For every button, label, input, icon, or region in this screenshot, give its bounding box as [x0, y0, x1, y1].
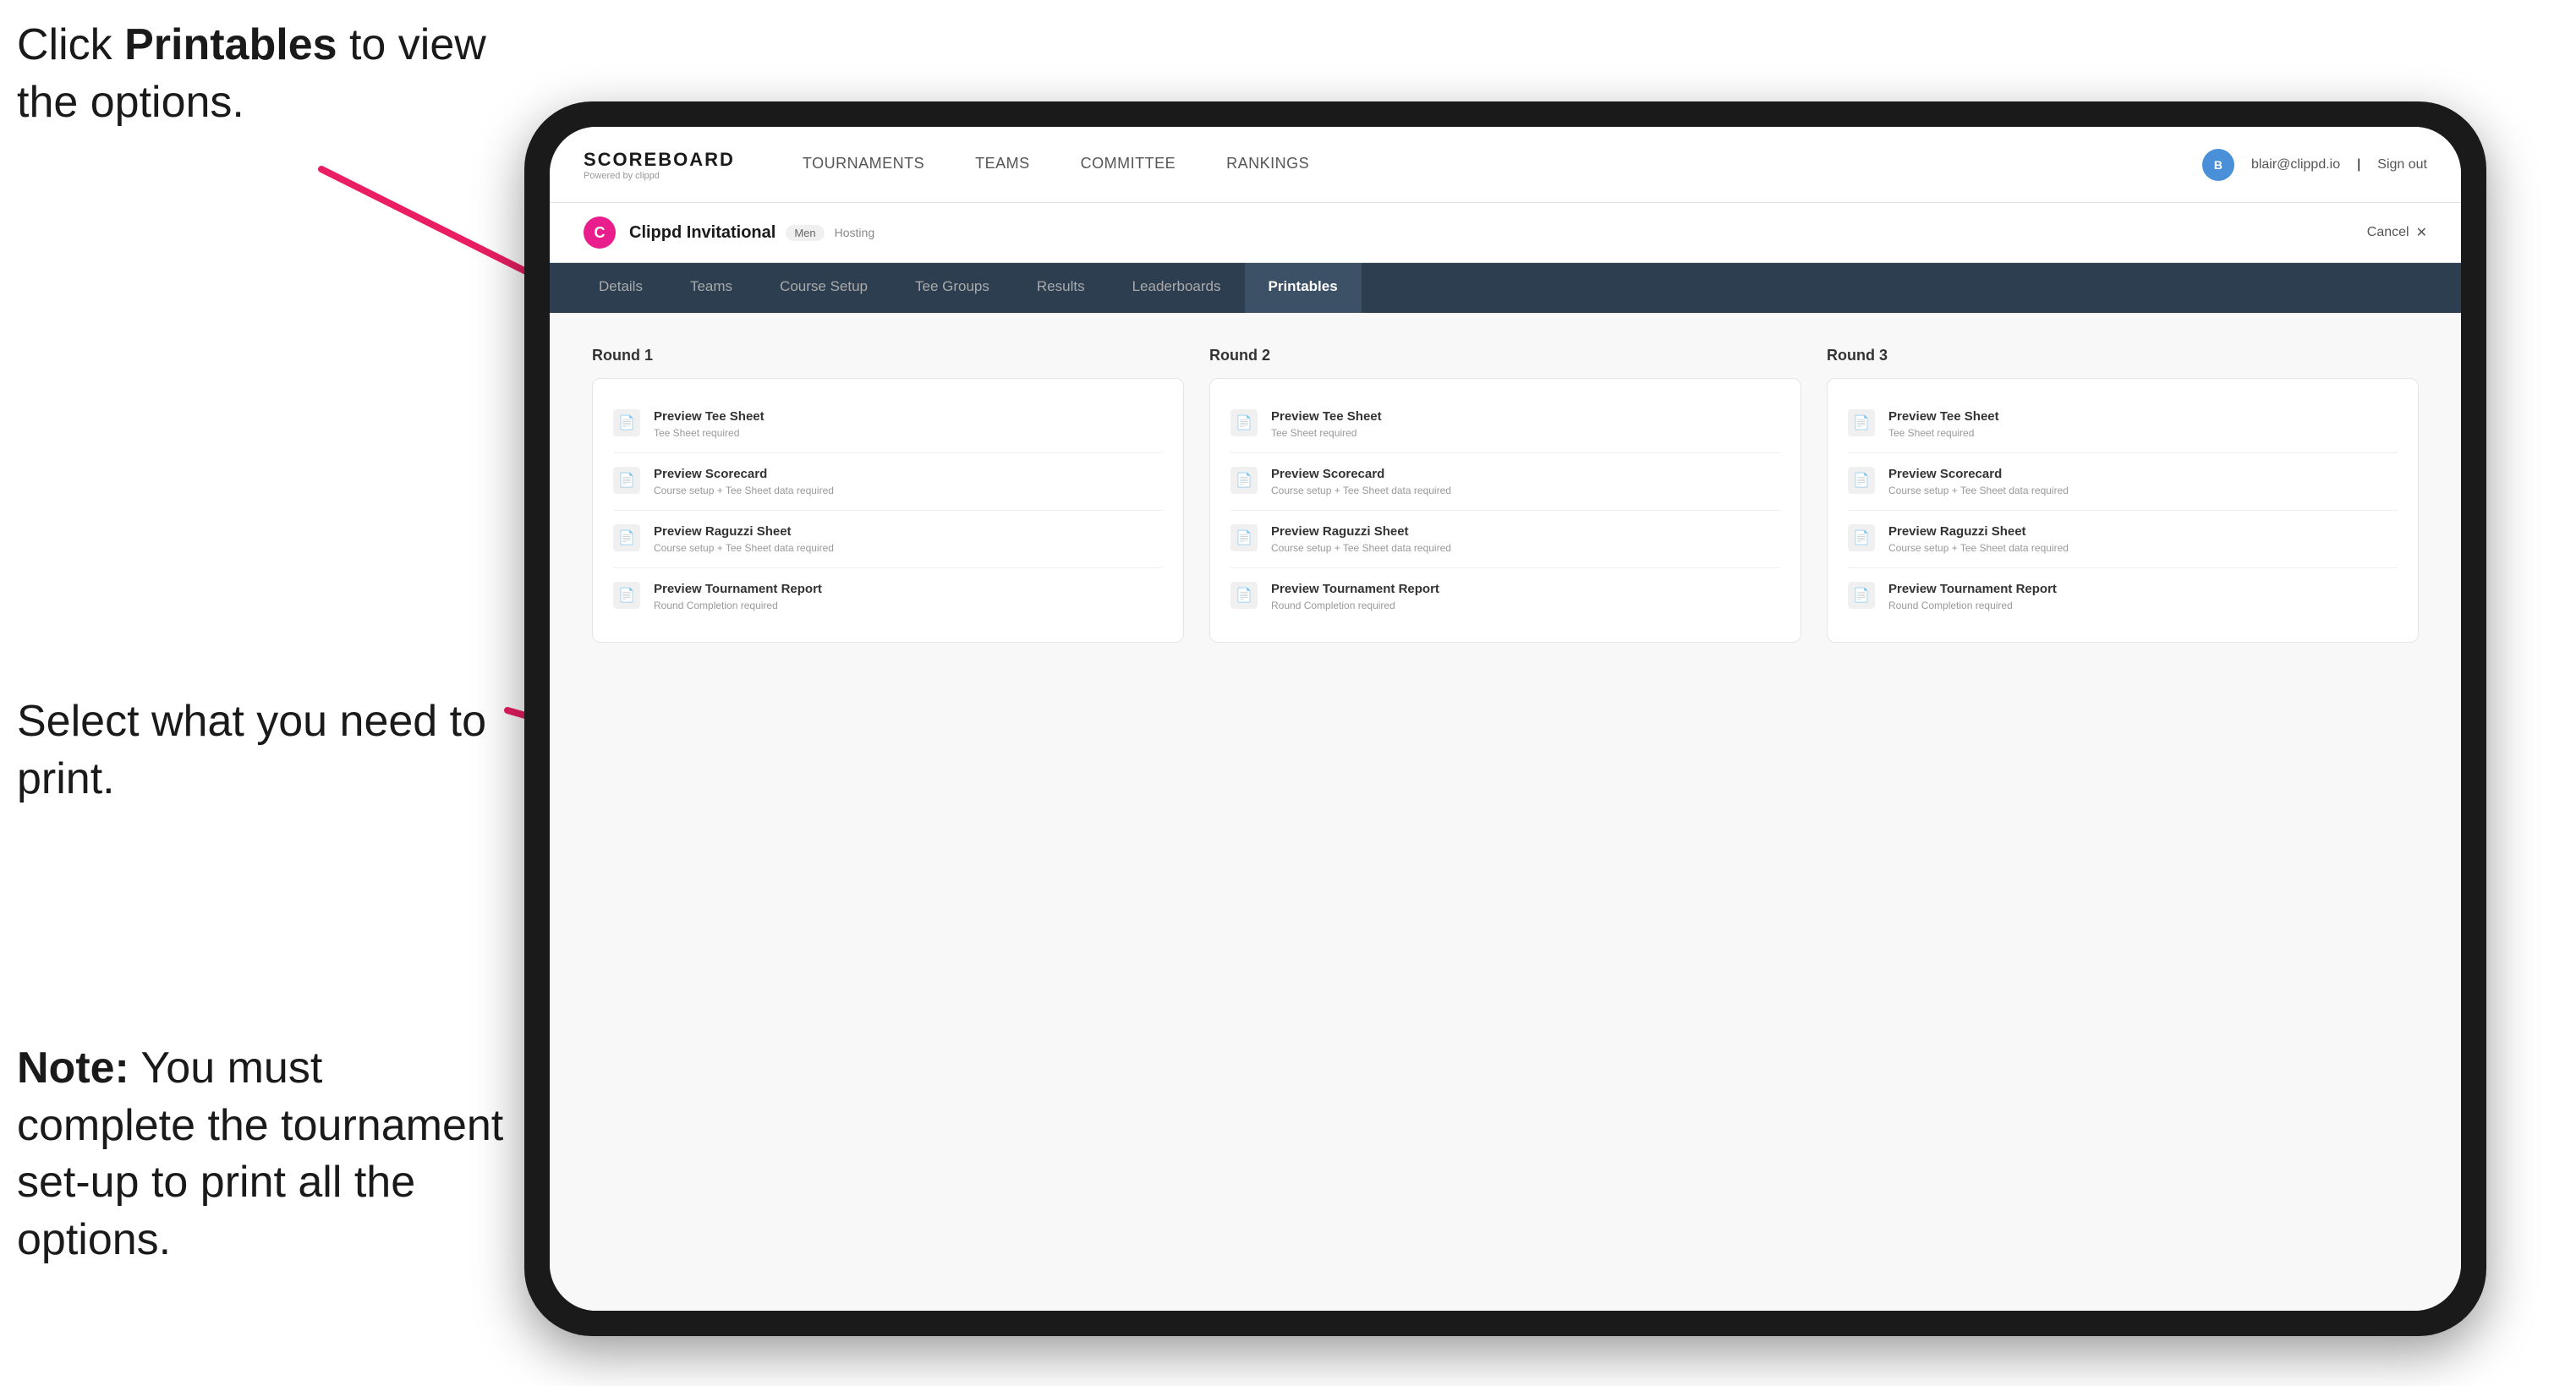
r3-scorecard-sub: Course setup + Tee Sheet data required	[1888, 485, 2398, 496]
tournament-badge: Men	[786, 225, 824, 241]
nav-tournaments[interactable]: TOURNAMENTS	[777, 127, 950, 203]
rounds-grid: Round 1 📄 Preview Tee Sheet Tee Sheet re…	[592, 347, 2419, 643]
round-1-card: 📄 Preview Tee Sheet Tee Sheet required 📄…	[592, 378, 1184, 643]
r3-tournament-report[interactable]: 📄 Preview Tournament Report Round Comple…	[1848, 568, 2398, 625]
r2-report-title: Preview Tournament Report	[1271, 582, 1780, 596]
r1-scorecard-sub: Course setup + Tee Sheet data required	[654, 485, 1163, 496]
r2-tournament-report[interactable]: 📄 Preview Tournament Report Round Comple…	[1230, 568, 1780, 625]
r2-raguzzi-sub: Course setup + Tee Sheet data required	[1271, 542, 1780, 554]
r1-tee-sheet-title: Preview Tee Sheet	[654, 409, 1163, 424]
document-icon: 📄	[1230, 524, 1258, 551]
separator: |	[2357, 157, 2360, 173]
r3-tee-sheet[interactable]: 📄 Preview Tee Sheet Tee Sheet required	[1848, 396, 2398, 453]
document-icon: 📄	[613, 409, 640, 436]
r1-tournament-report[interactable]: 📄 Preview Tournament Report Round Comple…	[613, 568, 1163, 625]
nav-committee[interactable]: COMMITTEE	[1055, 127, 1202, 203]
content-area: Round 1 📄 Preview Tee Sheet Tee Sheet re…	[550, 313, 2461, 1311]
top-nav-right: B blair@clippd.io | Sign out	[2202, 149, 2427, 181]
document-icon: 📄	[1848, 409, 1875, 436]
note-bold: Note:	[17, 1044, 129, 1093]
tab-course-setup[interactable]: Course Setup	[756, 263, 891, 313]
r1-report-title: Preview Tournament Report	[654, 582, 1163, 596]
r3-scorecard-title: Preview Scorecard	[1888, 467, 2398, 481]
tournament-header: C Clippd Invitational Men Hosting Cancel…	[550, 203, 2461, 263]
round-3-title: Round 3	[1827, 347, 2419, 364]
r2-raguzzi[interactable]: 📄 Preview Raguzzi Sheet Course setup + T…	[1230, 511, 1780, 568]
scoreboard-logo: SCOREBOARD Powered by clippd	[584, 149, 735, 181]
r2-tee-sheet-sub: Tee Sheet required	[1271, 427, 1780, 439]
r2-tee-sheet[interactable]: 📄 Preview Tee Sheet Tee Sheet required	[1230, 396, 1780, 453]
r2-report-sub: Round Completion required	[1271, 600, 1780, 611]
round-1-section: Round 1 📄 Preview Tee Sheet Tee Sheet re…	[592, 347, 1184, 643]
document-icon: 📄	[1230, 582, 1258, 609]
r1-tee-sheet-sub: Tee Sheet required	[654, 427, 1163, 439]
r1-scorecard-title: Preview Scorecard	[654, 467, 1163, 481]
top-nav: SCOREBOARD Powered by clippd TOURNAMENTS…	[550, 127, 2461, 203]
tab-printables[interactable]: Printables	[1245, 263, 1362, 313]
r2-scorecard[interactable]: 📄 Preview Scorecard Course setup + Tee S…	[1230, 453, 1780, 511]
tab-tee-groups[interactable]: Tee Groups	[891, 263, 1013, 313]
r3-raguzzi-title: Preview Raguzzi Sheet	[1888, 524, 2398, 539]
round-2-card: 📄 Preview Tee Sheet Tee Sheet required 📄…	[1209, 378, 1801, 643]
tournament-status: Hosting	[835, 226, 874, 239]
top-nav-links: TOURNAMENTS TEAMS COMMITTEE RANKINGS	[777, 127, 2202, 203]
r1-scorecard[interactable]: 📄 Preview Scorecard Course setup + Tee S…	[613, 453, 1163, 511]
r2-tee-sheet-title: Preview Tee Sheet	[1271, 409, 1780, 424]
round-3-section: Round 3 📄 Preview Tee Sheet Tee Sheet re…	[1827, 347, 2419, 643]
r1-raguzzi-title: Preview Raguzzi Sheet	[654, 524, 1163, 539]
document-icon: 📄	[1848, 524, 1875, 551]
round-2-title: Round 2	[1209, 347, 1801, 364]
document-icon: 📄	[1230, 467, 1258, 494]
sub-nav: Details Teams Course Setup Tee Groups Re…	[550, 263, 2461, 313]
annotation-bottom: Note: You must complete the tournament s…	[17, 1040, 507, 1268]
nav-rankings[interactable]: RANKINGS	[1201, 127, 1335, 203]
tablet-screen: SCOREBOARD Powered by clippd TOURNAMENTS…	[550, 127, 2461, 1311]
document-icon: 📄	[1848, 582, 1875, 609]
r3-raguzzi-sub: Course setup + Tee Sheet data required	[1888, 542, 2398, 554]
r2-raguzzi-title: Preview Raguzzi Sheet	[1271, 524, 1780, 539]
logo-sub: Powered by clippd	[584, 171, 735, 181]
user-email: blair@clippd.io	[2251, 157, 2340, 173]
round-1-title: Round 1	[592, 347, 1184, 364]
annotation-middle: Select what you need to print.	[17, 693, 507, 808]
r1-tee-sheet[interactable]: 📄 Preview Tee Sheet Tee Sheet required	[613, 396, 1163, 453]
document-icon: 📄	[613, 582, 640, 609]
tab-leaderboards[interactable]: Leaderboards	[1109, 263, 1245, 313]
tablet-device: SCOREBOARD Powered by clippd TOURNAMENTS…	[524, 101, 2486, 1336]
r3-raguzzi[interactable]: 📄 Preview Raguzzi Sheet Course setup + T…	[1848, 511, 2398, 568]
document-icon: 📄	[613, 524, 640, 551]
sign-out-link[interactable]: Sign out	[2377, 157, 2427, 173]
user-avatar: B	[2202, 149, 2234, 181]
document-icon: 📄	[1848, 467, 1875, 494]
round-2-section: Round 2 📄 Preview Tee Sheet Tee Sheet re…	[1209, 347, 1801, 643]
r3-report-sub: Round Completion required	[1888, 600, 2398, 611]
r3-report-title: Preview Tournament Report	[1888, 582, 2398, 596]
r2-scorecard-sub: Course setup + Tee Sheet data required	[1271, 485, 1780, 496]
tab-results[interactable]: Results	[1013, 263, 1109, 313]
tab-teams[interactable]: Teams	[666, 263, 756, 313]
round-3-card: 📄 Preview Tee Sheet Tee Sheet required 📄…	[1827, 378, 2419, 643]
r1-raguzzi[interactable]: 📄 Preview Raguzzi Sheet Course setup + T…	[613, 511, 1163, 568]
tournament-name: Clippd Invitational	[629, 223, 776, 243]
nav-teams[interactable]: TEAMS	[950, 127, 1055, 203]
document-icon: 📄	[1230, 409, 1258, 436]
r1-raguzzi-sub: Course setup + Tee Sheet data required	[654, 542, 1163, 554]
logo-title: SCOREBOARD	[584, 149, 735, 171]
document-icon: 📄	[613, 467, 640, 494]
printables-bold: Printables	[124, 20, 337, 69]
r3-tee-sheet-sub: Tee Sheet required	[1888, 427, 2398, 439]
annotation-top: Click Printables to view the options.	[17, 17, 507, 131]
tournament-logo: C	[584, 216, 616, 249]
r3-scorecard[interactable]: 📄 Preview Scorecard Course setup + Tee S…	[1848, 453, 2398, 511]
r1-report-sub: Round Completion required	[654, 600, 1163, 611]
cancel-button[interactable]: Cancel ✕	[2367, 224, 2427, 241]
r3-tee-sheet-title: Preview Tee Sheet	[1888, 409, 2398, 424]
r2-scorecard-title: Preview Scorecard	[1271, 467, 1780, 481]
tab-details[interactable]: Details	[575, 263, 666, 313]
